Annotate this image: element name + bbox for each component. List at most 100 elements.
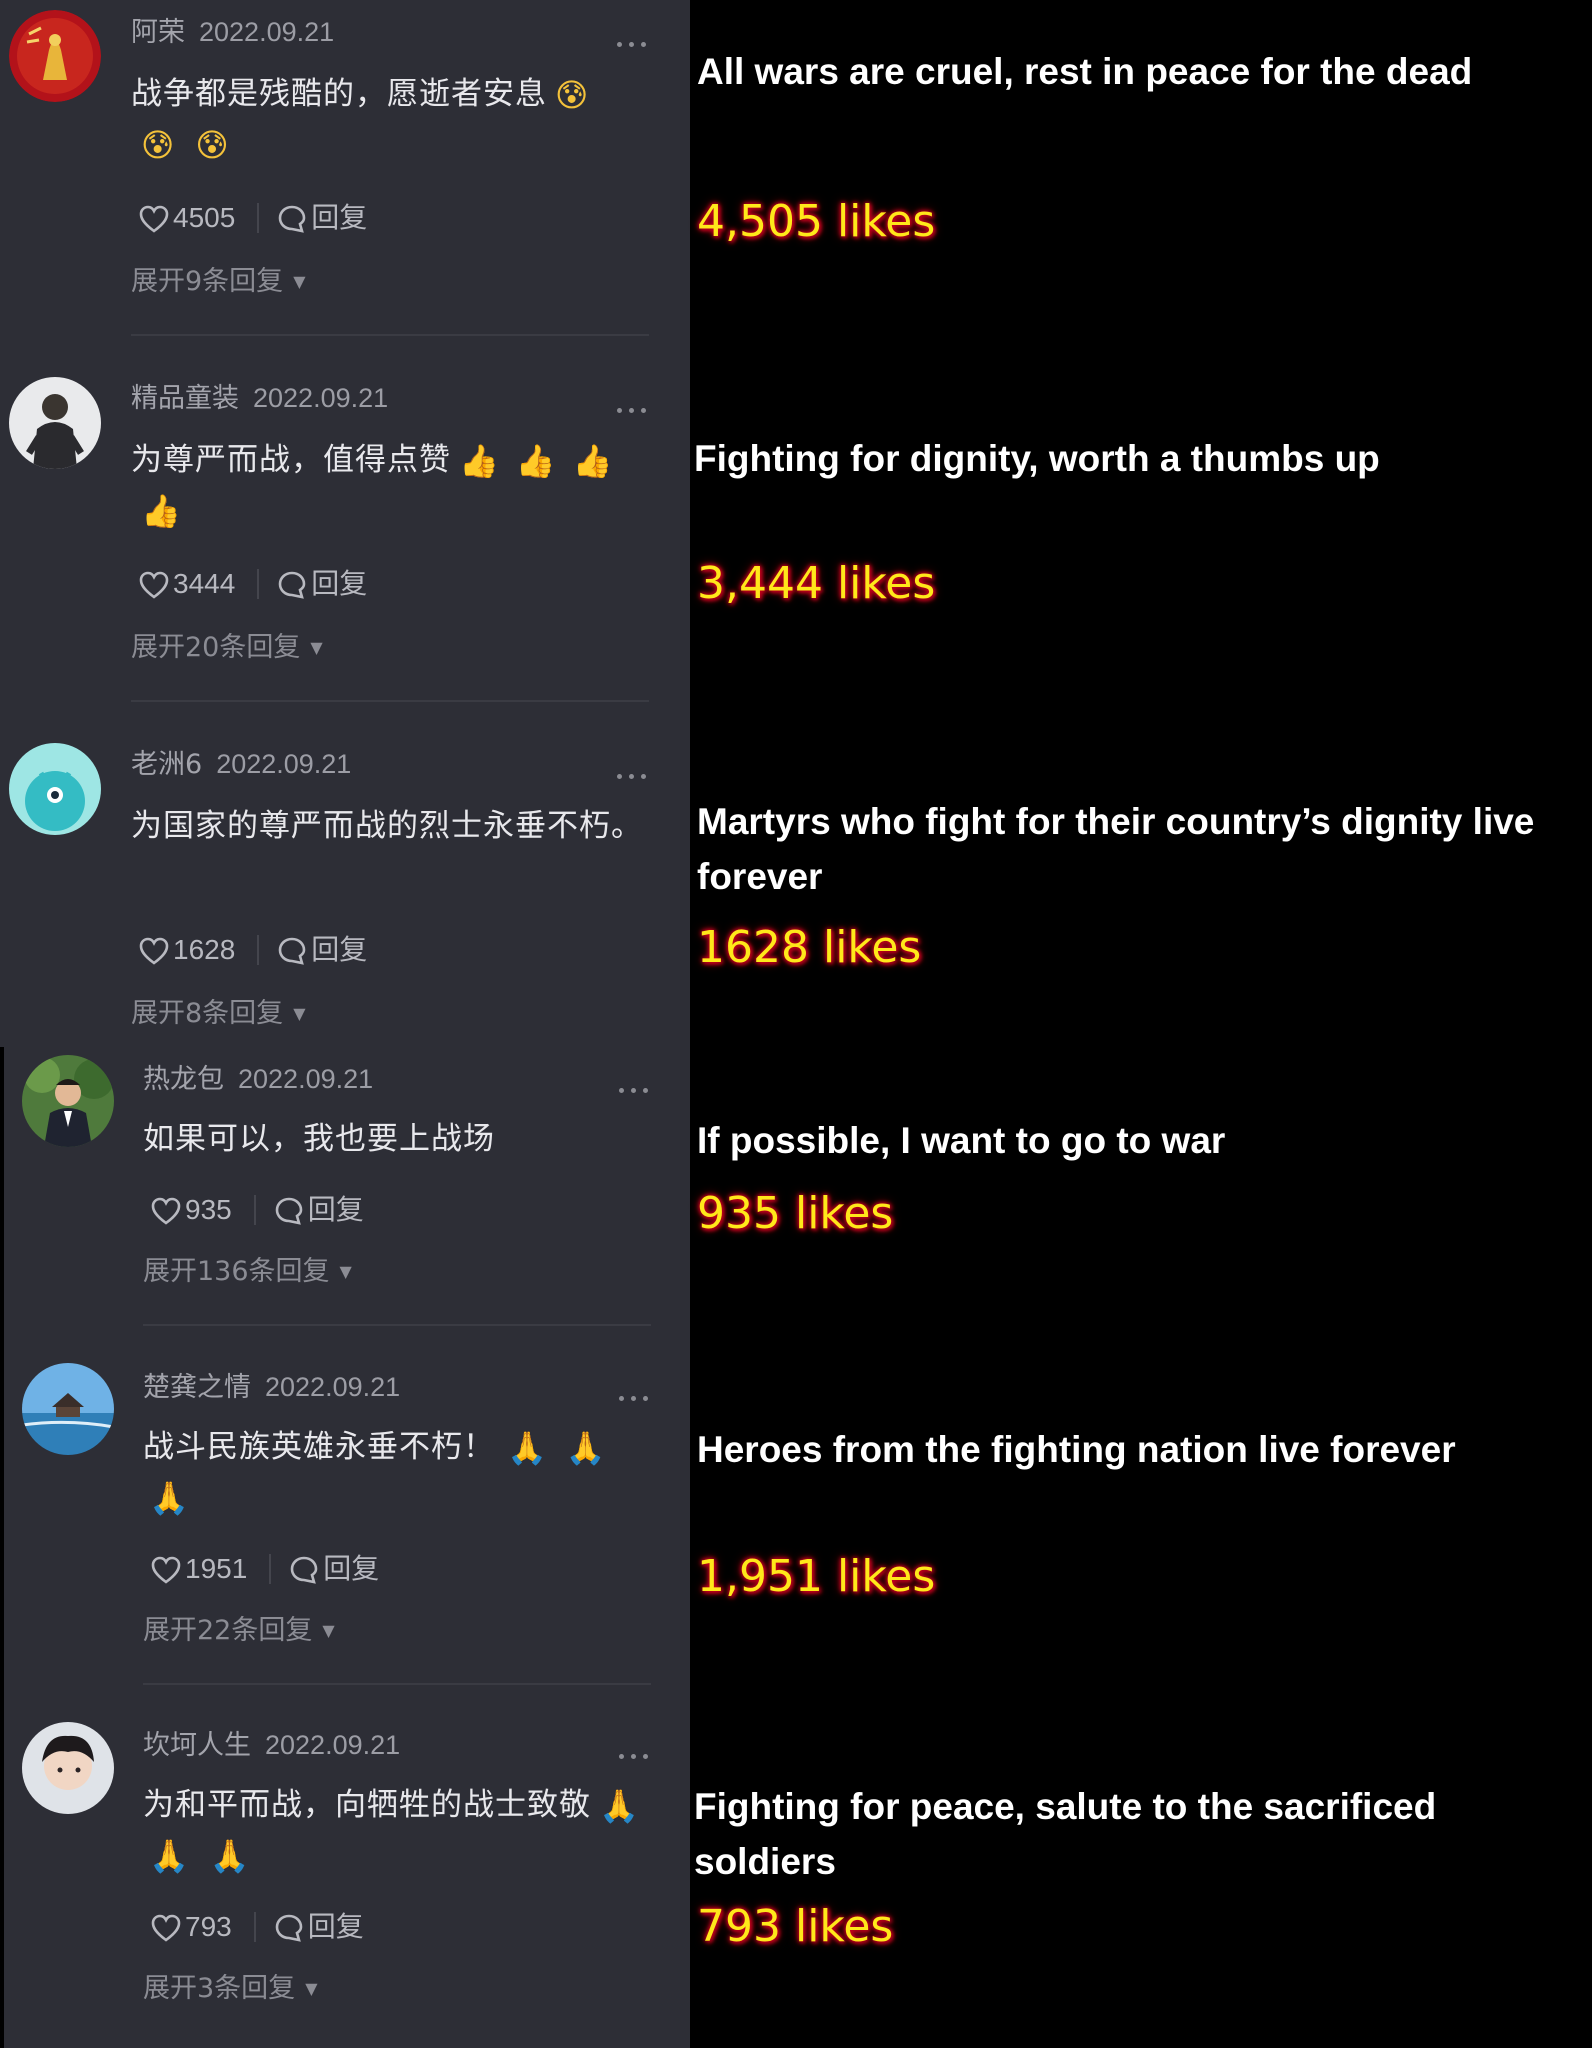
comment-body: 为国家的尊严而战的烈士永垂不朽。 bbox=[131, 808, 643, 844]
username-row: 楚龚之情 2022.09.21 bbox=[143, 1369, 400, 1405]
heart-icon[interactable] bbox=[151, 1556, 181, 1584]
reply-button[interactable]: 回复 bbox=[311, 933, 367, 966]
translation-5: Heroes from the fighting nation live for… bbox=[697, 1422, 1577, 1477]
thumbs-up-emoji-icon: 👍 bbox=[141, 492, 182, 530]
comment-actions: 1628 回复 bbox=[139, 930, 367, 970]
avatar[interactable] bbox=[22, 1363, 114, 1455]
comment-list-panel: 阿荣 2022.09.21 战争都是残酷的，愿逝者安息 😰 😰 😰 4505 回复 展开9… bbox=[0, 0, 690, 2048]
praying-hands-emoji-icon: 🙏 bbox=[507, 1429, 548, 1467]
avatar[interactable] bbox=[9, 10, 101, 102]
chevron-down-icon: ▼ bbox=[293, 1004, 306, 1023]
praying-hands-emoji-icon: 🙏 bbox=[149, 1479, 190, 1517]
comment-body: 战斗民族英雄永垂不朽！ bbox=[143, 1429, 495, 1465]
translation-3: Martyrs who fight for their country’s di… bbox=[697, 794, 1577, 904]
translation-text: Fighting for dignity, worth a thumbs up bbox=[694, 438, 1380, 479]
more-options-icon[interactable] bbox=[617, 38, 651, 52]
comment-divider bbox=[131, 700, 649, 702]
avatar[interactable] bbox=[22, 1055, 114, 1147]
chevron-down-icon: ▼ bbox=[310, 638, 323, 657]
heart-icon[interactable] bbox=[139, 205, 169, 233]
expand-replies-button[interactable]: 展开8条回复 ▼ bbox=[131, 996, 306, 1032]
comment-actions: 935 回复 bbox=[151, 1190, 364, 1230]
reply-button[interactable]: 回复 bbox=[308, 1910, 364, 1943]
expand-replies-button[interactable]: 展开9条回复 ▼ bbox=[131, 264, 306, 300]
teal-cartoon-avatar-icon bbox=[9, 743, 101, 835]
more-options-icon[interactable] bbox=[619, 1750, 653, 1764]
cry-emoji-icon: 😰 bbox=[195, 126, 230, 164]
reply-bubble-icon[interactable] bbox=[289, 1555, 319, 1585]
translation-text: Heroes from the fighting nation live for… bbox=[697, 1429, 1456, 1470]
more-options-icon[interactable] bbox=[619, 1392, 653, 1406]
translation-text: If possible, I want to go to war bbox=[697, 1120, 1226, 1161]
expand-replies-button[interactable]: 展开3条回复 ▼ bbox=[143, 1971, 318, 2007]
praying-hands-emoji-icon: 🙏 bbox=[599, 1787, 640, 1825]
expand-replies-button[interactable]: 展开22条回复 ▼ bbox=[143, 1613, 335, 1649]
comment-text: 如果可以，我也要上战场 bbox=[143, 1115, 683, 1164]
like-count: 4505 bbox=[173, 202, 236, 233]
comment-text: 为尊严而战，值得点赞 👍 👍 👍 👍 bbox=[131, 436, 671, 536]
thumbs-up-emoji-icon: 👍 bbox=[459, 442, 500, 480]
young-man-avatar-icon bbox=[22, 1722, 114, 1814]
heart-icon[interactable] bbox=[139, 571, 169, 599]
comment-actions: 1951 回复 bbox=[151, 1549, 379, 1589]
avatar[interactable] bbox=[9, 743, 101, 835]
translated-likes-4: 935 likes bbox=[697, 1188, 894, 1239]
more-options-icon[interactable] bbox=[617, 404, 651, 418]
reply-bubble-icon[interactable] bbox=[277, 570, 307, 600]
heart-icon[interactable] bbox=[151, 1197, 181, 1225]
expand-replies-label: 展开8条回复 bbox=[131, 998, 284, 1029]
avatar[interactable] bbox=[9, 377, 101, 469]
username[interactable]: 老洲6 bbox=[131, 749, 202, 780]
username-row: 热龙包 2022.09.21 bbox=[143, 1061, 373, 1097]
more-options-icon[interactable] bbox=[619, 1084, 653, 1098]
more-options-icon[interactable] bbox=[617, 770, 651, 784]
comment-date: 2022.09.21 bbox=[265, 1372, 401, 1402]
like-count: 1951 bbox=[185, 1553, 248, 1584]
comment-date: 2022.09.21 bbox=[199, 17, 335, 47]
reply-button[interactable]: 回复 bbox=[311, 567, 367, 600]
reply-button[interactable]: 回复 bbox=[308, 1193, 364, 1226]
expand-replies-button[interactable]: 展开20条回复 ▼ bbox=[131, 630, 323, 666]
translation-text: Fighting for peace, salute to the sacrif… bbox=[694, 1786, 1437, 1882]
reply-button[interactable]: 回复 bbox=[311, 201, 367, 234]
chevron-down-icon: ▼ bbox=[339, 1262, 352, 1281]
username-row: 坎坷人生 2022.09.21 bbox=[143, 1727, 400, 1763]
translated-likes-3: 1628 likes bbox=[697, 922, 922, 973]
username[interactable]: 阿荣 bbox=[131, 17, 185, 48]
screenshot-seam bbox=[0, 1047, 4, 2048]
expand-replies-label: 展开3条回复 bbox=[143, 1973, 296, 2004]
translation-6: Fighting for peace, salute to the sacrif… bbox=[694, 1779, 1574, 1889]
expand-replies-label: 展开20条回复 bbox=[131, 632, 301, 663]
expand-replies-button[interactable]: 展开136条回复 ▼ bbox=[143, 1254, 352, 1290]
thumbs-up-emoji-icon: 👍 bbox=[515, 442, 557, 480]
like-count: 935 bbox=[185, 1194, 232, 1225]
expand-replies-label: 展开136条回复 bbox=[143, 1256, 330, 1287]
translation-text: All wars are cruel, rest in peace for th… bbox=[697, 51, 1473, 92]
heart-icon[interactable] bbox=[151, 1914, 181, 1942]
comment-date: 2022.09.21 bbox=[216, 749, 352, 779]
avatar[interactable] bbox=[22, 1722, 114, 1814]
heart-icon[interactable] bbox=[139, 937, 169, 965]
username[interactable]: 精品童装 bbox=[131, 383, 239, 414]
translated-likes-2: 3,444 likes bbox=[697, 558, 936, 609]
comment-date: 2022.09.21 bbox=[253, 383, 389, 413]
username[interactable]: 坎坷人生 bbox=[143, 1730, 251, 1761]
reply-bubble-icon[interactable] bbox=[274, 1913, 304, 1943]
reply-bubble-icon[interactable] bbox=[277, 936, 307, 966]
username[interactable]: 热龙包 bbox=[143, 1064, 224, 1095]
reply-button[interactable]: 回复 bbox=[323, 1552, 379, 1585]
like-count: 3444 bbox=[173, 568, 236, 599]
translated-likes-6: 793 likes bbox=[697, 1901, 894, 1952]
comment-actions: 4505 回复 bbox=[139, 198, 367, 238]
reply-bubble-icon[interactable] bbox=[277, 204, 307, 234]
praying-hands-emoji-icon: 🙏 bbox=[565, 1429, 607, 1467]
divider bbox=[269, 1554, 272, 1584]
comment-text: 战斗民族英雄永垂不朽！ 🙏 🙏 🙏 bbox=[143, 1423, 683, 1523]
comment-date: 2022.09.21 bbox=[238, 1064, 374, 1094]
username[interactable]: 楚龚之情 bbox=[143, 1372, 251, 1403]
comment-divider bbox=[131, 334, 649, 336]
praying-hands-emoji-icon: 🙏 bbox=[209, 1837, 251, 1875]
username-row: 老洲6 2022.09.21 bbox=[131, 746, 351, 782]
red-new-year-avatar-icon bbox=[9, 10, 101, 102]
reply-bubble-icon[interactable] bbox=[274, 1196, 304, 1226]
